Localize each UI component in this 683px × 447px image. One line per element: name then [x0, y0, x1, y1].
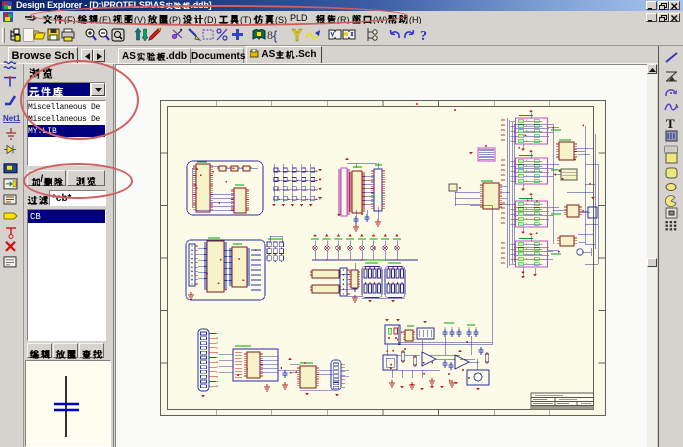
svg-text:?: ? — [420, 29, 427, 44]
svg-text:T: T — [666, 116, 675, 131]
svg-text:Net1: Net1 — [3, 114, 21, 123]
svg-text:{: { — [273, 28, 278, 43]
